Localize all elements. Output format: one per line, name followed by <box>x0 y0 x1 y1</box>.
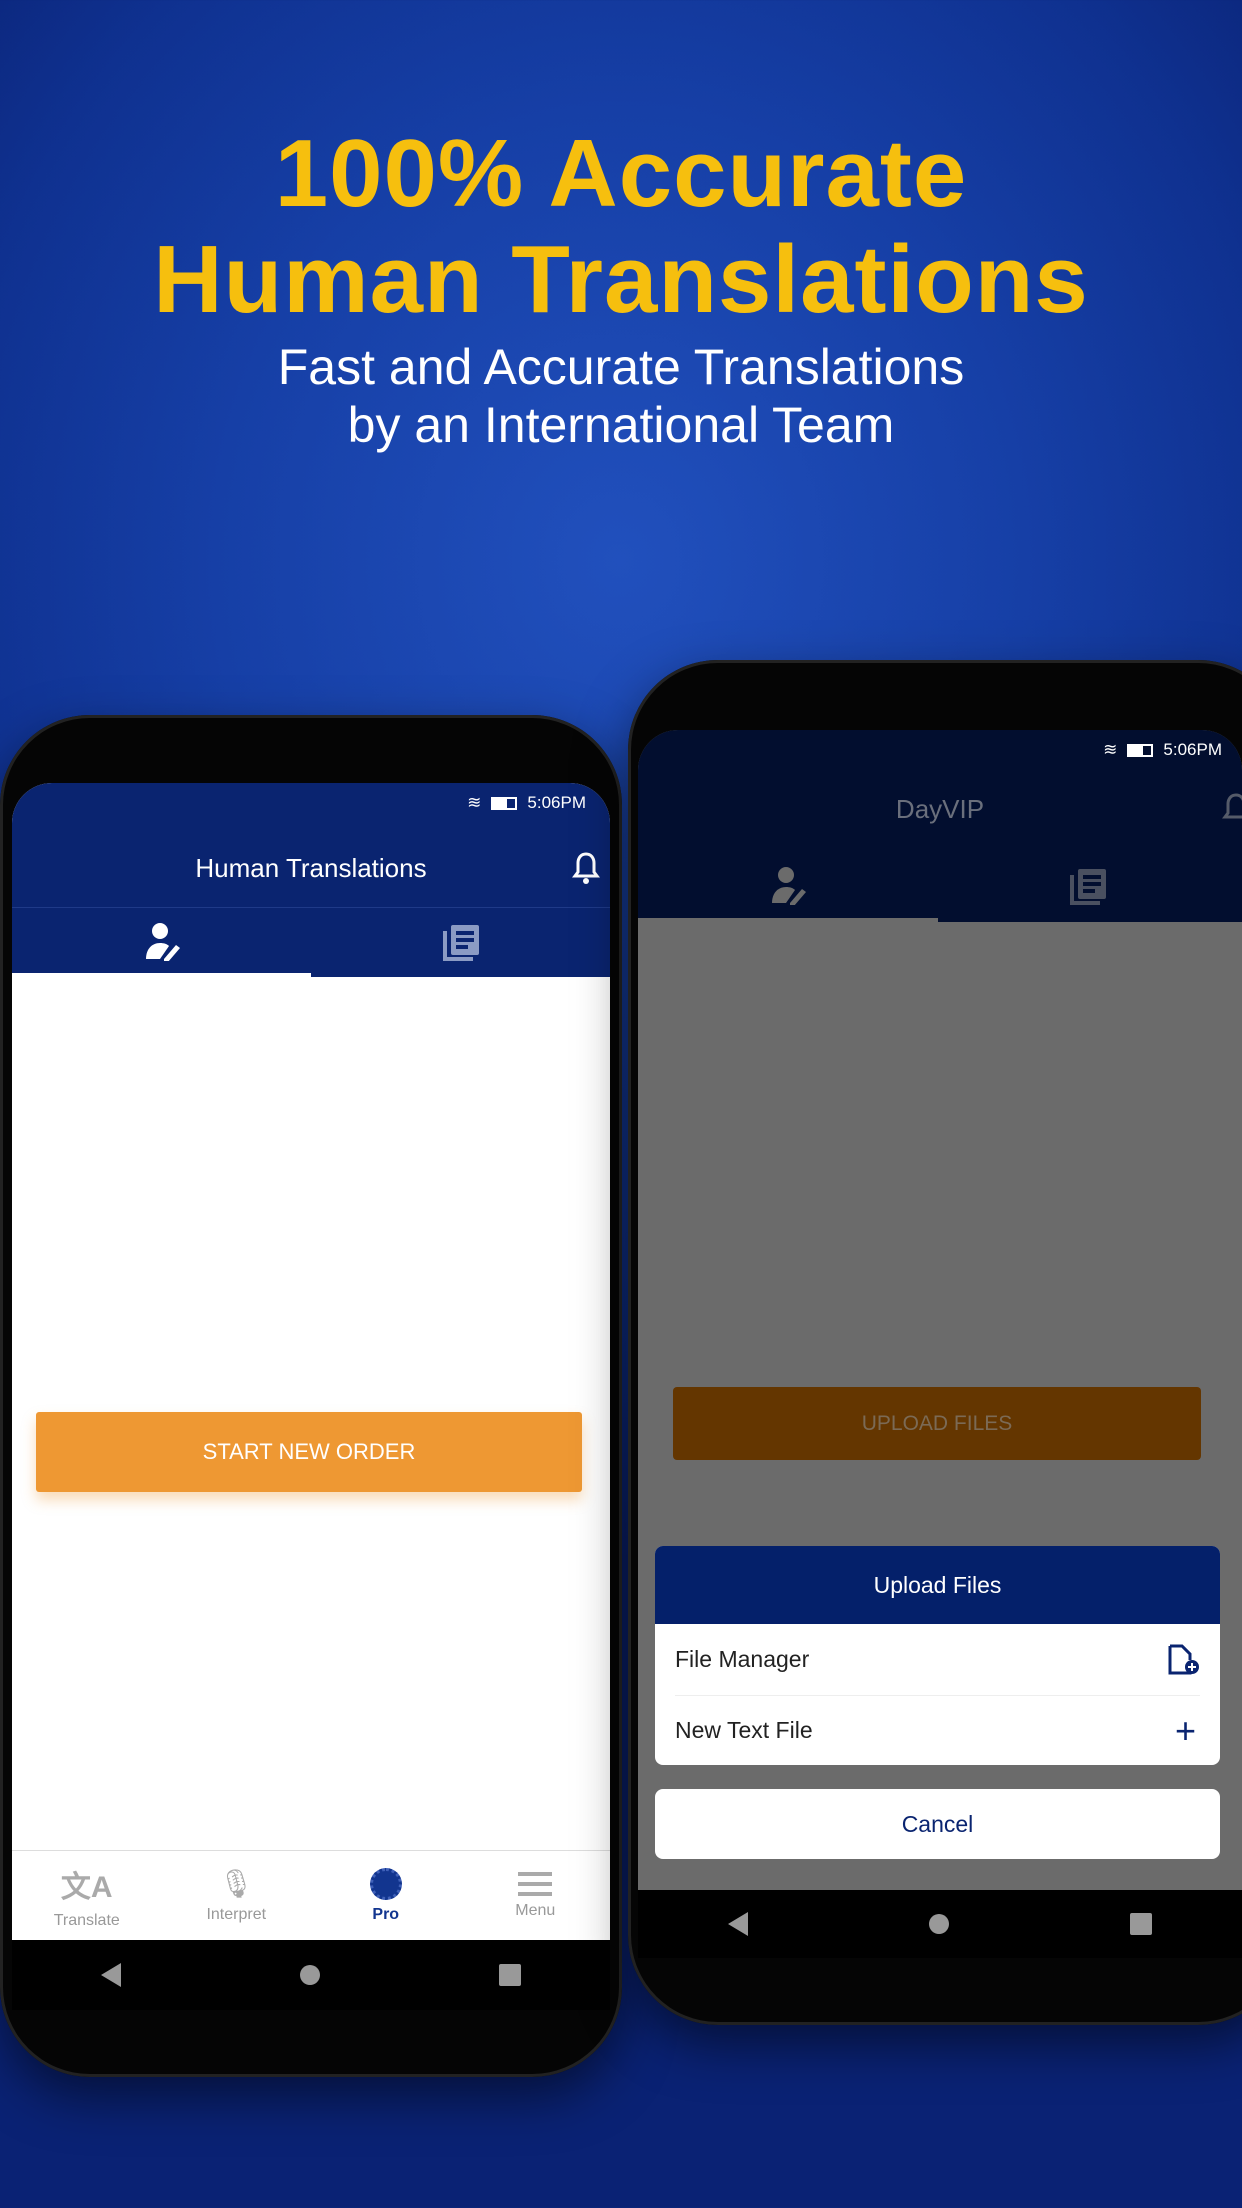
option-label: File Manager <box>675 1646 810 1672</box>
nav-label: Interpret <box>206 1906 267 1923</box>
battery-icon <box>1127 743 1154 757</box>
page-title: DayVIP <box>895 794 985 824</box>
start-new-order-button[interactable]: START NEW ORDER <box>36 1412 582 1492</box>
person-edit-icon <box>772 867 806 905</box>
nav-translate[interactable]: 文A Translate <box>12 1862 162 1930</box>
bell-icon[interactable] <box>1222 792 1242 826</box>
sheet-title: Upload Files <box>655 1546 1220 1624</box>
documents-icon <box>442 924 479 961</box>
upload-files-sheet: Upload Files File Manager New Text File … <box>655 1546 1220 1765</box>
cancel-button[interactable]: Cancel <box>655 1789 1220 1859</box>
person-edit-icon <box>145 922 180 961</box>
tab-my-orders[interactable] <box>12 908 311 977</box>
bell-icon[interactable] <box>572 851 600 885</box>
status-bar: ≋ 5:06PM <box>467 793 586 813</box>
left-phone: ≋ 5:06PM Human Translations START NEW ORD… <box>0 715 622 2077</box>
app-header: ≋ 5:06PM Human Translations <box>12 783 610 977</box>
menu-icon <box>518 1871 553 1896</box>
option-label: New Text File <box>675 1717 813 1743</box>
file-add-icon <box>1168 1644 1199 1674</box>
recents-icon[interactable] <box>1129 1913 1152 1935</box>
recents-icon[interactable] <box>498 1964 521 1986</box>
interpret-icon: 🎙 <box>218 1868 255 1899</box>
tab-documents[interactable] <box>938 852 1238 922</box>
right-screen: ≋ 5:06PM DayVIP UPLOAD FILES Upload Files… <box>638 730 1242 1890</box>
subheadline-line2: by an International Team <box>347 397 895 453</box>
nav-label: Translate <box>53 1911 120 1929</box>
wifi-icon: ≋ <box>1103 740 1118 759</box>
new-text-file-option[interactable]: New Text File + <box>675 1696 1200 1765</box>
wifi-icon: ≋ <box>467 793 482 812</box>
status-time: 5:06PM <box>1163 740 1222 759</box>
page-title: Human Translations <box>195 853 427 883</box>
right-phone: ≋ 5:06PM DayVIP UPLOAD FILES Upload Files… <box>628 660 1242 2025</box>
bottom-nav: 文A Translate 🎙 Interpret Pro Menu <box>12 1850 610 1940</box>
nav-menu[interactable]: Menu <box>461 1871 611 1920</box>
system-nav-bar <box>638 1890 1242 1958</box>
upload-files-button[interactable]: UPLOAD FILES <box>673 1387 1201 1460</box>
app-header: ≋ 5:06PM DayVIP <box>638 730 1242 922</box>
headline-line2: Human Translations <box>153 226 1089 333</box>
plus-icon: + <box>1174 1709 1196 1751</box>
system-nav-bar <box>12 1940 610 2010</box>
documents-icon <box>1070 869 1106 905</box>
tab-my-orders[interactable] <box>638 852 938 922</box>
battery-icon <box>491 796 518 810</box>
subheadline-line1: Fast and Accurate Translations <box>277 339 965 395</box>
file-manager-option[interactable]: File Manager <box>675 1624 1200 1696</box>
status-bar: ≋ 5:06PM <box>1103 740 1222 760</box>
left-screen: ≋ 5:06PM Human Translations START NEW ORD… <box>12 783 610 1940</box>
home-icon[interactable] <box>299 1965 320 1985</box>
pro-seal-icon <box>369 1867 402 1900</box>
nav-label: Menu <box>515 1901 556 1919</box>
back-icon[interactable] <box>728 1912 749 1936</box>
nav-pro[interactable]: Pro <box>311 1867 461 1924</box>
nav-label: Pro <box>372 1905 400 1923</box>
nav-interpret[interactable]: 🎙 Interpret <box>162 1867 312 1924</box>
back-icon[interactable] <box>101 1963 122 1987</box>
tab-documents[interactable] <box>311 908 610 977</box>
headline-line1: 100% Accurate <box>274 120 968 227</box>
translate-icon: 文A <box>60 1870 113 1904</box>
status-time: 5:06PM <box>527 793 586 812</box>
home-icon[interactable] <box>928 1914 949 1934</box>
